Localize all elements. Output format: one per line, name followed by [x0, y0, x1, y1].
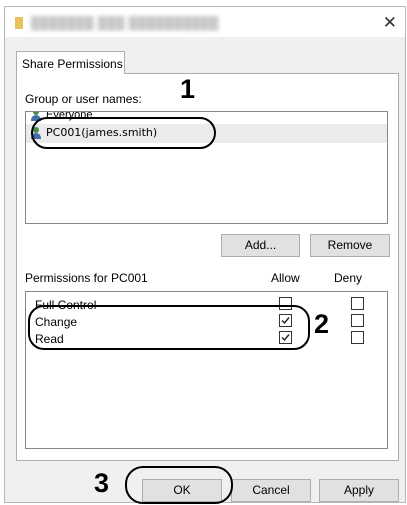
list-item-pc001[interactable]: PC001(james.smith): [26, 124, 387, 143]
user-label: Everyone: [46, 111, 93, 121]
folder-icon: [15, 17, 23, 29]
ok-button[interactable]: OK: [142, 479, 222, 502]
callout-number-2: 2: [314, 309, 330, 339]
title-bar: ███████ ███ ██████████ ✕: [5, 7, 405, 37]
permissions-for-label: Permissions for PC001: [25, 271, 148, 285]
group-icon: [31, 112, 41, 121]
user-icon: [31, 127, 41, 139]
read-deny-checkbox[interactable]: [351, 331, 364, 344]
list-item-everyone[interactable]: Everyone: [26, 111, 387, 124]
full-control-deny-checkbox[interactable]: [351, 297, 364, 310]
permission-row-read: Read: [26, 331, 387, 347]
callout-number-1: 1: [180, 74, 196, 104]
deny-column-header: Deny: [334, 271, 363, 285]
permission-row-change: Change: [26, 314, 387, 330]
permission-name: Read: [35, 332, 64, 346]
change-deny-checkbox[interactable]: [351, 314, 364, 327]
user-label: PC001(james.smith): [46, 126, 158, 139]
permission-name: Full Control: [35, 298, 97, 312]
add-button[interactable]: Add...: [221, 234, 300, 257]
tab-share-permissions[interactable]: Share Permissions: [16, 51, 125, 74]
allow-column-header: Allow: [271, 271, 300, 285]
read-allow-checkbox[interactable]: [279, 331, 292, 344]
share-permissions-dialog: ███████ ███ ██████████ ✕ Share Permissio…: [4, 6, 406, 503]
permissions-panel: Group or user names: Everyone PC001(jame…: [16, 73, 399, 461]
apply-button[interactable]: Apply: [319, 479, 399, 502]
group-names-label: Group or user names:: [25, 92, 142, 106]
check-icon: [281, 334, 290, 342]
check-icon: [281, 317, 290, 325]
close-icon[interactable]: ✕: [383, 13, 397, 33]
callout-number-3: 3: [94, 468, 110, 498]
permissions-grid: Full Control Change Read: [25, 291, 388, 449]
user-list[interactable]: Everyone PC001(james.smith): [25, 111, 388, 224]
window-title-blurred: ███████ ███ ██████████: [31, 16, 219, 30]
change-allow-checkbox[interactable]: [279, 314, 292, 327]
full-control-allow-checkbox[interactable]: [279, 297, 292, 310]
remove-button[interactable]: Remove: [310, 234, 390, 257]
cancel-button[interactable]: Cancel: [231, 479, 311, 502]
permission-row-full-control: Full Control: [26, 297, 387, 313]
permission-name: Change: [35, 315, 78, 329]
